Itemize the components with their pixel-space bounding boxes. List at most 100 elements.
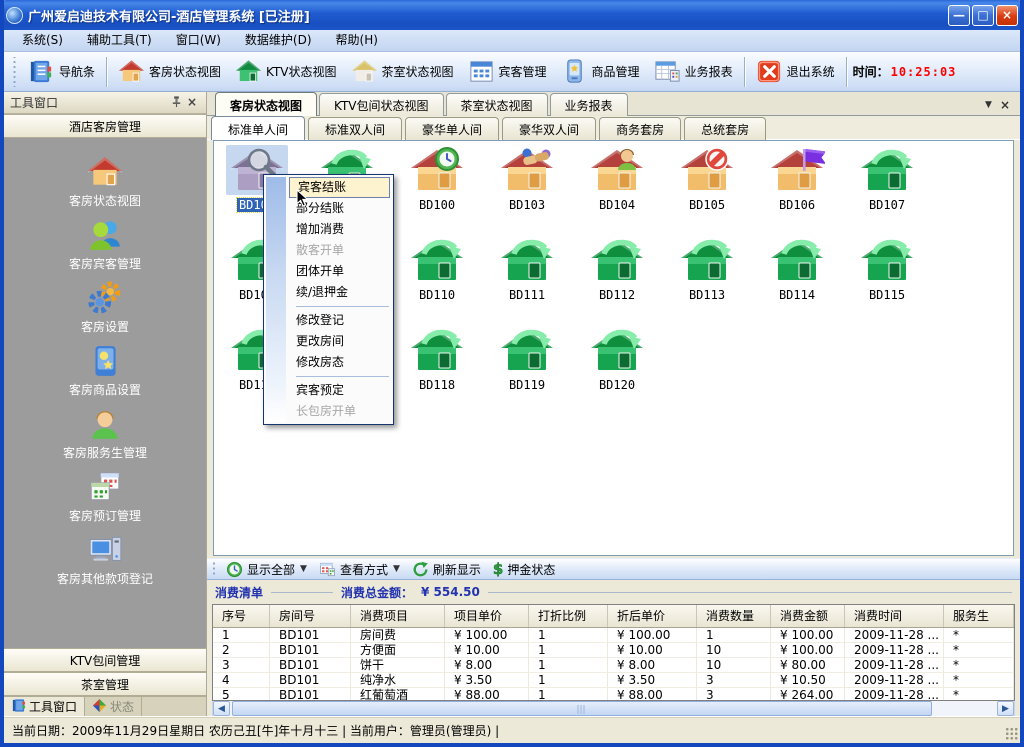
sidebar-item-room-settings[interactable]: 客房设置 bbox=[4, 276, 206, 339]
room-label: BD110 bbox=[417, 288, 457, 302]
sidebar-item-room-booking-mgmt[interactable]: 客房预订管理 bbox=[4, 465, 206, 528]
table-cell: ¥ 10.00 bbox=[445, 643, 529, 658]
tab-close-icon[interactable]: × bbox=[1000, 99, 1010, 111]
room-BD103[interactable]: BD103 bbox=[482, 145, 572, 233]
group-ktv-room-mgmt[interactable]: KTV包间管理 bbox=[4, 648, 206, 672]
doc-tab-2[interactable]: 茶室状态视图 bbox=[446, 93, 548, 116]
doc-tab-1[interactable]: KTV包间状态视图 bbox=[319, 93, 443, 116]
action-button-show-all[interactable]: 显示全部▼ bbox=[220, 560, 313, 579]
doc-tab-0[interactable]: 客房状态视图 bbox=[215, 92, 317, 116]
action-toolbar-grip[interactable] bbox=[212, 561, 217, 577]
pin-icon[interactable] bbox=[168, 95, 184, 110]
column-header-7[interactable]: 消费金额 bbox=[771, 605, 845, 627]
table-cell: 1 bbox=[529, 658, 608, 673]
toolbar-button-ktv-status-view[interactable]: KTV状态视图 bbox=[228, 56, 343, 87]
action-button-view-mode[interactable]: 查看方式▼ bbox=[313, 560, 406, 579]
menu-item-4[interactable]: 帮助(H) bbox=[324, 30, 390, 51]
context-menu-item-change-room[interactable]: 更改房间 bbox=[288, 331, 391, 352]
room-type-tab-5[interactable]: 总统套房 bbox=[684, 117, 766, 140]
context-menu-item-modify-registration[interactable]: 修改登记 bbox=[288, 310, 391, 331]
scrollbar-thumb[interactable] bbox=[232, 701, 932, 716]
toolbar-button-exit-system[interactable]: 退出系统 bbox=[749, 56, 842, 87]
scroll-left-icon[interactable]: ◀ bbox=[213, 701, 230, 716]
doc-tab-3[interactable]: 业务报表 bbox=[550, 93, 628, 116]
toolbar-button-business-report[interactable]: 业务报表 bbox=[647, 56, 740, 87]
waiter-icon bbox=[87, 406, 123, 442]
table-row[interactable]: 2BD101方便面¥ 10.001¥ 10.0010¥ 100.002009-1… bbox=[213, 643, 1014, 658]
column-header-1[interactable]: 房间号 bbox=[270, 605, 351, 627]
sidebar-item-room-status-view[interactable]: 客房状态视图 bbox=[4, 150, 206, 213]
scroll-right-icon[interactable]: ▶ bbox=[997, 701, 1014, 716]
column-header-2[interactable]: 消费项目 bbox=[351, 605, 445, 627]
room-type-tab-1[interactable]: 标准双人间 bbox=[308, 117, 402, 140]
room-type-tab-0[interactable]: 标准单人间 bbox=[211, 116, 305, 140]
room-BD112[interactable]: BD112 bbox=[572, 235, 662, 323]
sidebar-item-room-guest-mgmt[interactable]: 客房宾客管理 bbox=[4, 213, 206, 276]
tab-list-dropdown-icon[interactable]: ▼ bbox=[985, 99, 992, 111]
table-row[interactable]: 4BD101纯净水¥ 3.501¥ 3.503¥ 10.502009-11-28… bbox=[213, 673, 1014, 688]
sidebar-item-room-waiter-mgmt[interactable]: 客房服务生管理 bbox=[4, 402, 206, 465]
column-header-4[interactable]: 打折比例 bbox=[529, 605, 608, 627]
toolbar-button-tea-status-view[interactable]: 茶室状态视图 bbox=[344, 56, 461, 87]
menu-item-3[interactable]: 数据维护(D) bbox=[233, 30, 324, 51]
room-context-menu: 宾客结账部分结账增加消费散客开单团体开单续/退押金修改登记更改房间修改房态宾客预… bbox=[263, 174, 394, 425]
table-row[interactable]: 3BD101饼干¥ 8.001¥ 8.0010¥ 80.002009-11-28… bbox=[213, 658, 1014, 673]
context-menu-item-add-consumption[interactable]: 增加消费 bbox=[288, 219, 391, 240]
column-header-5[interactable]: 折后单价 bbox=[608, 605, 697, 627]
column-header-0[interactable]: 序号 bbox=[213, 605, 270, 627]
room-BD106[interactable]: BD106 bbox=[752, 145, 842, 233]
room-BD105[interactable]: BD105 bbox=[662, 145, 752, 233]
report-icon bbox=[654, 58, 681, 85]
room-BD114[interactable]: BD114 bbox=[752, 235, 842, 323]
column-header-9[interactable]: 服务生 bbox=[944, 605, 1014, 627]
room-BD119[interactable]: BD119 bbox=[482, 325, 572, 413]
consumption-table: 序号房间号消费项目项目单价打折比例折后单价消费数量消费金额消费时间服务生1BD1… bbox=[212, 604, 1015, 701]
toolbar-button-navigator[interactable]: 导航条 bbox=[21, 56, 102, 87]
group-tea-room-mgmt[interactable]: 茶室管理 bbox=[4, 672, 206, 696]
context-menu-item-guest-reservation[interactable]: 宾客预定 bbox=[288, 380, 391, 401]
room-type-tab-3[interactable]: 豪华双人间 bbox=[502, 117, 596, 140]
room-BD113[interactable]: BD113 bbox=[662, 235, 752, 323]
dropdown-arrow-icon[interactable]: ▼ bbox=[393, 564, 400, 574]
context-menu-item-renew-refund-deposit[interactable]: 续/退押金 bbox=[288, 282, 391, 303]
menu-item-1[interactable]: 辅助工具(T) bbox=[75, 30, 164, 51]
column-header-3[interactable]: 项目单价 bbox=[445, 605, 529, 627]
table-row[interactable]: 1BD101房间费¥ 100.001¥ 100.001¥ 100.002009-… bbox=[213, 628, 1014, 643]
room-BD118[interactable]: BD118 bbox=[392, 325, 482, 413]
sidebar-item-room-goods-settings[interactable]: 客房商品设置 bbox=[4, 339, 206, 402]
room-BD120[interactable]: BD120 bbox=[572, 325, 662, 413]
menu-item-0[interactable]: 系统(S) bbox=[10, 30, 75, 51]
table-row[interactable]: 5BD101红葡萄酒¥ 88.001¥ 88.003¥ 264.002009-1… bbox=[213, 688, 1014, 701]
sidebar-tab-tool-window[interactable]: 工具窗口 bbox=[4, 697, 85, 716]
maximize-button[interactable]: □ bbox=[972, 5, 994, 26]
table-cell: 2009-11-28 ... bbox=[845, 673, 944, 688]
room-BD107[interactable]: BD107 bbox=[842, 145, 932, 233]
column-header-6[interactable]: 消费数量 bbox=[697, 605, 771, 627]
toolbar-grip[interactable] bbox=[12, 57, 17, 87]
group-hotel-room-mgmt[interactable]: 酒店客房管理 bbox=[4, 114, 206, 138]
menu-item-2[interactable]: 窗口(W) bbox=[164, 30, 233, 51]
room-BD110[interactable]: BD110 bbox=[392, 235, 482, 323]
action-button-deposit-status[interactable]: $押金状态 bbox=[487, 559, 561, 579]
room-type-tab-2[interactable]: 豪华单人间 bbox=[405, 117, 499, 140]
room-BD111[interactable]: BD111 bbox=[482, 235, 572, 323]
room-type-tab-4[interactable]: 商务套房 bbox=[599, 117, 681, 140]
toolbar-button-goods-mgmt[interactable]: 商品管理 bbox=[554, 56, 647, 87]
toolbar-button-guest-mgmt[interactable]: 宾客管理 bbox=[461, 56, 554, 87]
room-BD104[interactable]: BD104 bbox=[572, 145, 662, 233]
sidebar-item-room-other-fees[interactable]: 客房其他款项登记 bbox=[4, 528, 206, 591]
sidebar-tab-status[interactable]: 状态 bbox=[85, 697, 142, 716]
context-menu-item-change-room-state[interactable]: 修改房态 bbox=[288, 352, 391, 373]
column-header-8[interactable]: 消费时间 bbox=[845, 605, 944, 627]
room-BD100[interactable]: BD100 bbox=[392, 145, 482, 233]
resize-grip[interactable] bbox=[1005, 727, 1018, 740]
close-button[interactable]: × bbox=[996, 5, 1018, 26]
sidebar-close-icon[interactable]: × bbox=[184, 95, 200, 110]
room-BD115[interactable]: BD115 bbox=[842, 235, 932, 323]
context-menu-item-group-open-bill[interactable]: 团体开单 bbox=[288, 261, 391, 282]
minimize-button[interactable]: — bbox=[948, 5, 970, 26]
action-button-refresh-display[interactable]: 刷新显示 bbox=[406, 560, 487, 579]
dropdown-arrow-icon[interactable]: ▼ bbox=[300, 564, 307, 574]
toolbar-button-room-status-view[interactable]: 客房状态视图 bbox=[111, 56, 228, 87]
room-icon-vacant bbox=[496, 325, 558, 375]
